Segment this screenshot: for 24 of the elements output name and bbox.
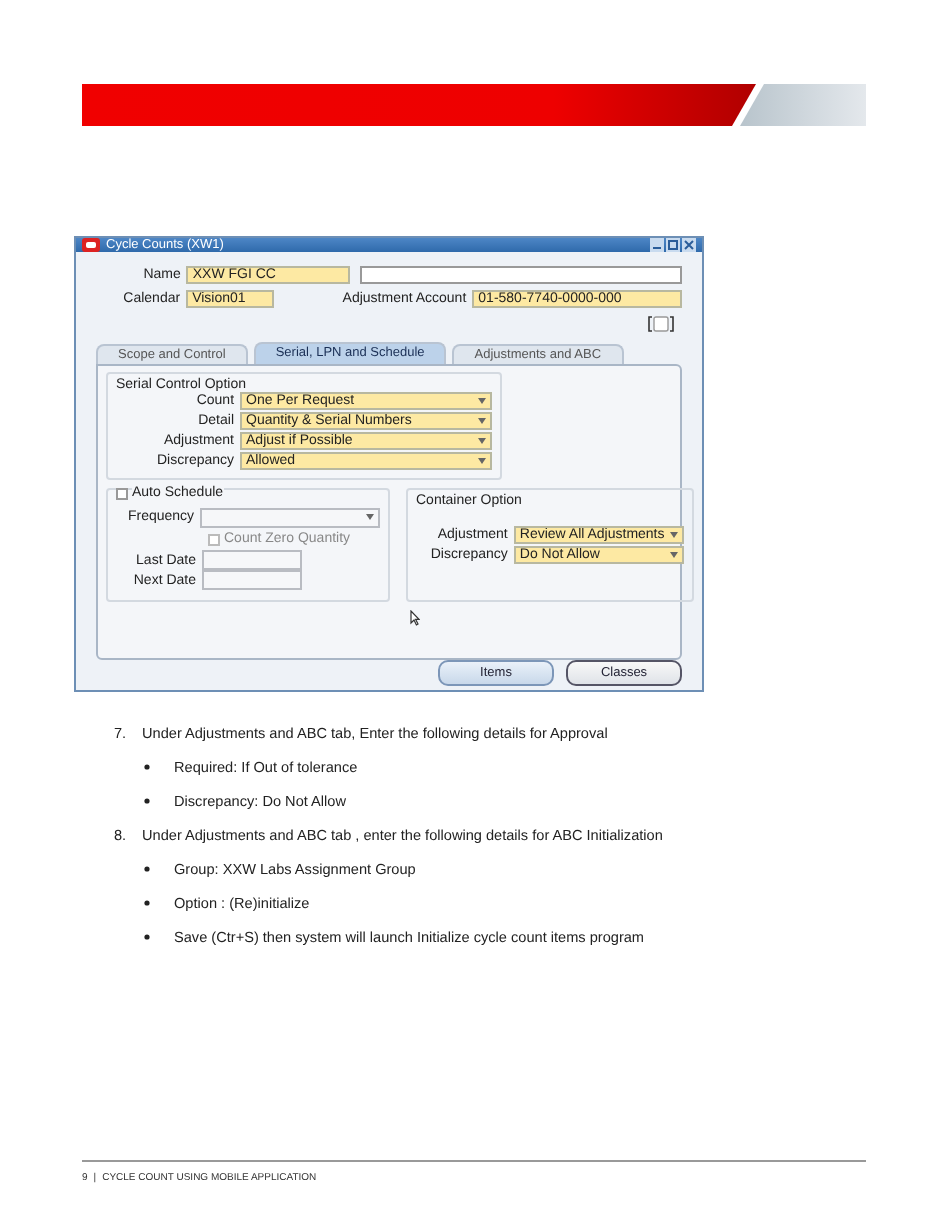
dropdown-field[interactable] <box>200 507 380 527</box>
date-field[interactable] <box>202 550 302 570</box>
dropdown-icon <box>669 552 678 558</box>
checkbox[interactable] <box>116 487 128 499</box>
dropdown-icon <box>478 458 486 464</box>
close-icon[interactable] <box>682 238 696 252</box>
checkbox[interactable] <box>208 533 220 545</box>
bullet-icon <box>144 900 150 906</box>
dropdown-icon <box>478 438 486 444</box>
bullet-icon <box>144 866 150 872</box>
maximize-icon[interactable] <box>666 238 680 252</box>
mouse-pointer-icon <box>410 610 420 626</box>
date-field[interactable] <box>202 570 302 590</box>
minimize-icon[interactable] <box>650 238 664 252</box>
flexfield-bracket-icon[interactable] <box>648 315 674 331</box>
dropdown-icon <box>478 398 486 404</box>
bullet-icon <box>144 934 150 940</box>
dropdown-icon <box>669 532 678 538</box>
description-field[interactable] <box>360 266 682 284</box>
bullet-icon <box>144 798 150 804</box>
bullet-icon <box>144 764 150 770</box>
dropdown-icon <box>366 514 374 520</box>
app-icon <box>82 238 100 252</box>
dropdown-icon <box>478 418 486 424</box>
